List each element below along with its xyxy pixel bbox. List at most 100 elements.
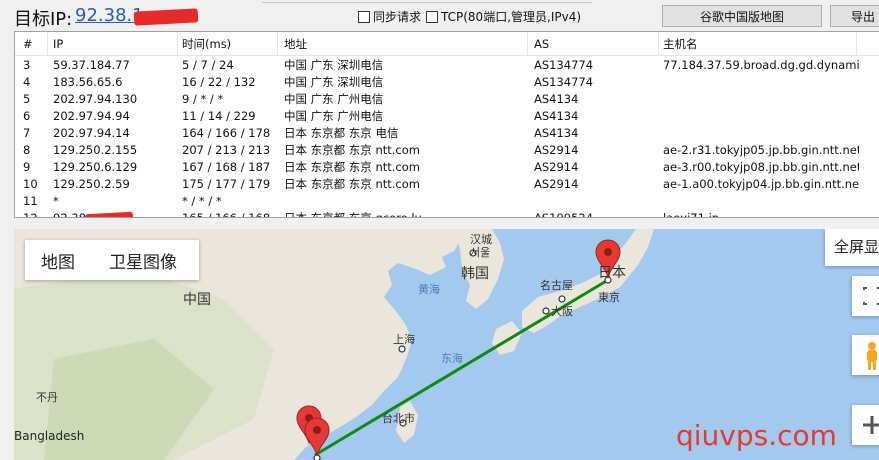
cell-ip: 202.97.94.130 xyxy=(53,92,138,106)
fullscreen-button[interactable]: 全屏显 xyxy=(825,229,879,266)
cell-as: AS199524 xyxy=(534,211,594,218)
kyushu-island xyxy=(492,321,522,355)
cell-num: 9 xyxy=(23,160,31,174)
cell-as xyxy=(534,193,659,210)
target-ip-label: 目标IP: xyxy=(14,9,73,30)
cell-num: 12 xyxy=(23,211,38,218)
zoom-in-button[interactable] xyxy=(852,405,879,445)
sync-request-checkbox[interactable]: 同步请求 xyxy=(358,8,421,25)
plus-icon xyxy=(863,416,879,434)
map-label-taipei: 台北市 xyxy=(382,412,415,425)
redaction-mark xyxy=(133,8,199,26)
col-header-as[interactable]: AS xyxy=(528,32,659,56)
map-type-control: 地图 卫星图像 xyxy=(25,240,199,280)
cell-host xyxy=(663,125,859,142)
cell-ip: 129.250.2.59 xyxy=(53,177,130,191)
table-row[interactable]: 4 183.56.65.6 16 / 22 / 132 中国 广东 深圳电信 AS134… xyxy=(15,74,879,91)
cell-time: * / * / * xyxy=(182,194,222,208)
table-header: # IP 时间(ms) 地址 AS 主机名 xyxy=(15,32,879,56)
map-label-nagoya: 名古屋 xyxy=(540,279,573,292)
map-label-seoul: 서울 xyxy=(470,246,491,259)
cell-num: 6 xyxy=(23,109,31,123)
export-button[interactable]: 导出 xyxy=(830,5,879,27)
tcp-checkbox[interactable]: TCP(80端口,管理员,IPv4) xyxy=(426,8,581,25)
cell-as: AS4134 xyxy=(534,109,579,123)
cell-ip: 202.97.94.94 xyxy=(53,109,130,123)
table-row[interactable]: 6 202.97.94.94 11 / 14 / 229 中国 广东 广州电信 AS41… xyxy=(15,108,879,125)
table-row[interactable]: 3 59.37.184.77 5 / 7 / 24 中国 广东 深圳电信 AS13477… xyxy=(15,57,879,74)
table-row[interactable]: 12 92.38 165 / 166 / 168 日本 东京都 东京 gcore.lu… xyxy=(15,210,879,218)
cell-num: 10 xyxy=(23,177,38,191)
map-label-china: 中国 xyxy=(183,292,211,308)
cell-host xyxy=(663,91,859,108)
cell-host: ae-3.r00.tokyjp08.jp.bb.gin.ntt.net xyxy=(663,160,859,174)
map-label-korea: 韩国 xyxy=(461,266,489,282)
map-type-map-button[interactable]: 地图 xyxy=(41,248,75,273)
map-label-east-sea: 东海 xyxy=(441,352,463,365)
cell-host: ae-2.r31.tokyjp05.jp.bb.gin.ntt.net xyxy=(663,143,859,157)
watermark: qiuvps.com xyxy=(676,419,837,452)
cell-host xyxy=(663,108,859,125)
col-header-ip[interactable]: IP xyxy=(48,32,178,56)
cell-time: 5 / 7 / 24 xyxy=(182,58,234,72)
cell-time: 165 / 166 / 168 xyxy=(182,211,271,218)
cell-addr: 中国 广东 深圳电信 xyxy=(284,58,384,72)
cell-host xyxy=(663,74,859,91)
map-label-yellow-sea: 黄海 xyxy=(418,283,440,296)
cell-num: 8 xyxy=(23,143,31,157)
cell-as: AS2914 xyxy=(534,143,579,157)
map-type-satellite-button[interactable]: 卫星图像 xyxy=(109,248,177,273)
cell-addr xyxy=(284,193,528,210)
cell-ip: 129.250.6.129 xyxy=(53,160,138,174)
cell-host: ae-1.a00.tokyjp04.jp.bb.gin.ntt.net xyxy=(663,177,859,191)
cell-time: 164 / 166 / 178 xyxy=(182,126,271,140)
map-label-bhutan: 不丹 xyxy=(36,391,58,404)
cell-addr: 中国 广东 广州电信 xyxy=(284,92,384,106)
col-header-address[interactable]: 地址 xyxy=(278,32,528,56)
cell-addr: 中国 广东 广州电信 xyxy=(284,109,384,123)
pegman-icon xyxy=(867,342,877,370)
cell-time: 207 / 213 / 213 xyxy=(182,143,271,157)
fullscreen-toggle-button[interactable] xyxy=(852,276,879,316)
table-row[interactable]: 8 129.250.2.155 207 / 213 / 213 日本 东京都 东京 n… xyxy=(15,142,879,159)
cell-addr: 日本 东京都 东京 ntt.com xyxy=(284,177,420,191)
cell-host xyxy=(663,193,859,210)
table-row[interactable]: 9 129.250.6.129 167 / 168 / 187 日本 东京都 东京 n… xyxy=(15,159,879,176)
toolbar: 目标IP: 92.38.1 同步请求 TCP(80端口,管理员,IPv4) 谷歌… xyxy=(0,0,879,31)
cell-addr: 日本 东京都 东京 ntt.com xyxy=(284,143,420,157)
cell-ip: 129.250.2.155 xyxy=(53,143,138,157)
cell-host: laoyi71.jp xyxy=(663,211,720,218)
sync-request-label: 同步请求 xyxy=(373,10,422,24)
cell-time: 9 / * / * xyxy=(182,92,224,106)
cell-num: 4 xyxy=(23,75,31,89)
cell-ip: 183.56.65.6 xyxy=(53,75,123,89)
cell-time: 175 / 177 / 179 xyxy=(182,177,271,191)
cell-time: 167 / 168 / 187 xyxy=(182,160,271,174)
city-dot-nagoya xyxy=(558,295,566,303)
cell-host: 77.184.37.59.broad.dg.gd.dynamic... xyxy=(663,58,859,72)
checkbox-box[interactable] xyxy=(358,10,370,23)
col-header-num[interactable]: # xyxy=(15,32,48,56)
map-label-tokyo: 東京 xyxy=(598,291,620,304)
tcp-label: TCP(80端口,管理员,IPv4) xyxy=(441,10,582,24)
table-row[interactable]: 11 * * / * / * xyxy=(15,193,879,210)
table-row[interactable]: 10 129.250.2.59 175 / 177 / 179 日本 东京都 东京 n… xyxy=(15,176,879,193)
checkbox-box[interactable] xyxy=(426,10,438,23)
cell-addr: 中国 广东 深圳电信 xyxy=(284,75,384,89)
cell-as: AS4134 xyxy=(534,126,579,140)
cell-ip: 202.97.94.14 xyxy=(53,126,130,140)
google-china-map-button[interactable]: 谷歌中国版地图 xyxy=(662,5,822,27)
cell-ip: * xyxy=(53,194,59,208)
cell-ip: 59.37.184.77 xyxy=(53,58,130,72)
table-row[interactable]: 5 202.97.94.130 9 / * / * 中国 广东 广州电信 AS4134 xyxy=(15,91,879,108)
traceroute-table: # IP 时间(ms) 地址 AS 主机名 3 59.37.184.77 5 / 7… xyxy=(14,31,879,218)
street-view-button[interactable] xyxy=(852,335,879,375)
cell-num: 5 xyxy=(23,92,31,106)
col-header-time[interactable]: 时间(ms) xyxy=(178,32,278,56)
route-map[interactable]: 汉城 서울 韩国 中国 黄海 上海 东海 名古屋 大阪 日本 東京 台北市 不丹… xyxy=(14,229,879,460)
table-row[interactable]: 7 202.97.94.14 164 / 166 / 178 日本 东京都 东京 电信… xyxy=(15,125,879,142)
cell-as: AS134774 xyxy=(534,58,594,72)
cell-addr: 日本 东京都 东京 ntt.com xyxy=(284,160,420,174)
col-header-hostname[interactable]: 主机名 xyxy=(659,32,857,56)
city-dot-osaka xyxy=(542,307,550,315)
